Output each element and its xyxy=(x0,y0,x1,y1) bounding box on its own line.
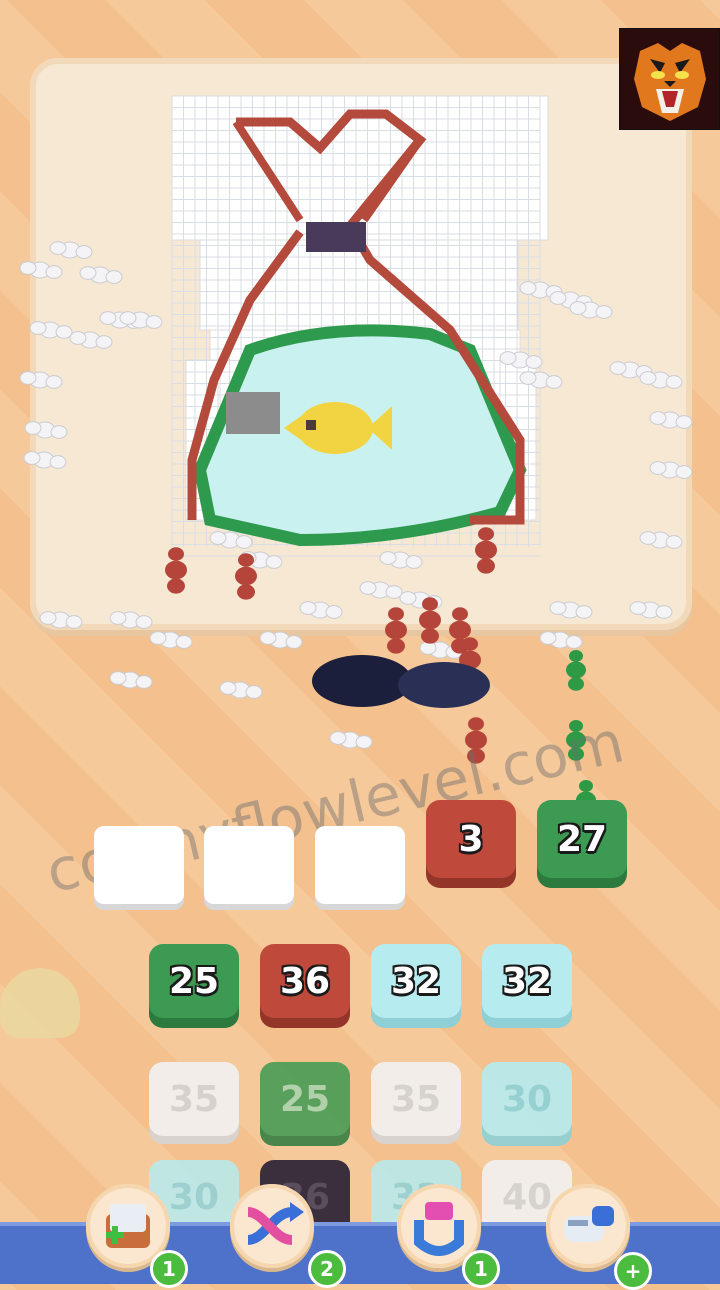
empty-slot xyxy=(94,826,184,904)
booster-count-badge: 2 xyxy=(308,1250,346,1288)
white-ant xyxy=(109,611,153,629)
queue-tile[interactable]: 32 xyxy=(482,944,572,1018)
red-ant xyxy=(419,597,441,644)
queue-tile[interactable]: 32 xyxy=(371,944,461,1018)
tile-count: 3 xyxy=(458,818,484,860)
tile-count: 40 xyxy=(501,1176,553,1218)
background-plant xyxy=(0,968,80,1038)
white-ant xyxy=(149,631,193,649)
tile-count: 35 xyxy=(390,1078,442,1120)
badge-text: 2 xyxy=(320,1257,334,1281)
queue-tile: 35 xyxy=(371,1062,461,1136)
queue-tile: 35 xyxy=(149,1062,239,1136)
tile-count: 30 xyxy=(501,1078,553,1120)
channel-logo xyxy=(619,28,720,130)
white-ant xyxy=(79,266,123,284)
white-ant xyxy=(69,331,113,349)
white-ant xyxy=(29,321,73,339)
white-ant xyxy=(569,301,613,319)
queue-tile[interactable]: 36 xyxy=(260,944,350,1018)
tile-count: 27 xyxy=(556,818,608,860)
game-screen: colonyflowlevel.com 3 27 25 36 32 32 35 … xyxy=(0,0,720,1290)
white-ant xyxy=(209,531,253,549)
white-ant xyxy=(649,461,693,479)
white-ant xyxy=(49,241,93,259)
empty-slot xyxy=(204,826,294,904)
red-ant xyxy=(385,607,407,654)
badge-text: 1 xyxy=(162,1257,176,1281)
tile-count: 35 xyxy=(168,1078,220,1120)
tile-count: 30 xyxy=(168,1176,220,1218)
booster-count-badge: 1 xyxy=(462,1250,500,1288)
queue-tile[interactable]: 25 xyxy=(149,944,239,1018)
white-ant xyxy=(109,671,153,689)
shuffle-icon xyxy=(247,1202,304,1245)
white-ant xyxy=(299,601,343,619)
white-ant xyxy=(549,601,593,619)
white-ant xyxy=(19,371,63,389)
white-ant xyxy=(629,601,673,619)
shuffle-booster[interactable] xyxy=(230,1184,314,1268)
white-ant xyxy=(639,531,683,549)
white-ant xyxy=(329,731,373,749)
green-ant xyxy=(566,650,586,691)
slot-tile[interactable]: 27 xyxy=(537,800,627,878)
white-ant xyxy=(519,371,563,389)
red-ant xyxy=(235,553,257,600)
white-ant xyxy=(359,581,403,599)
white-ant xyxy=(24,421,68,439)
ant-hole xyxy=(398,662,490,708)
booster-count-badge: 1 xyxy=(150,1250,188,1288)
white-ant xyxy=(379,551,423,569)
tiger-face-icon xyxy=(634,43,706,121)
white-ant xyxy=(219,681,263,699)
white-ant xyxy=(39,611,83,629)
red-ant xyxy=(165,547,187,594)
empty-slot xyxy=(315,826,405,904)
white-ant xyxy=(639,371,683,389)
ant-hole xyxy=(312,655,412,707)
queue-tile: 25 xyxy=(260,1062,350,1136)
white-ant xyxy=(649,411,693,429)
slot-tile[interactable]: 3 xyxy=(426,800,516,878)
red-ant xyxy=(475,527,497,574)
white-ant xyxy=(259,631,303,649)
white-ant xyxy=(539,631,583,649)
white-ant xyxy=(19,261,63,279)
badge-text: 1 xyxy=(474,1257,488,1281)
tile-count: 25 xyxy=(168,960,220,1002)
vacuum-booster[interactable] xyxy=(546,1184,630,1268)
white-ant xyxy=(499,351,543,369)
tile-count: 25 xyxy=(279,1078,331,1120)
booster-count-badge: + xyxy=(614,1252,652,1290)
queue-tile: 30 xyxy=(482,1062,572,1136)
white-ant xyxy=(23,451,67,469)
tile-count: 36 xyxy=(279,960,331,1002)
tile-count: 32 xyxy=(390,960,442,1002)
vacuum-icon xyxy=(564,1206,614,1242)
badge-text: + xyxy=(624,1259,642,1283)
tile-count: 32 xyxy=(501,960,553,1002)
